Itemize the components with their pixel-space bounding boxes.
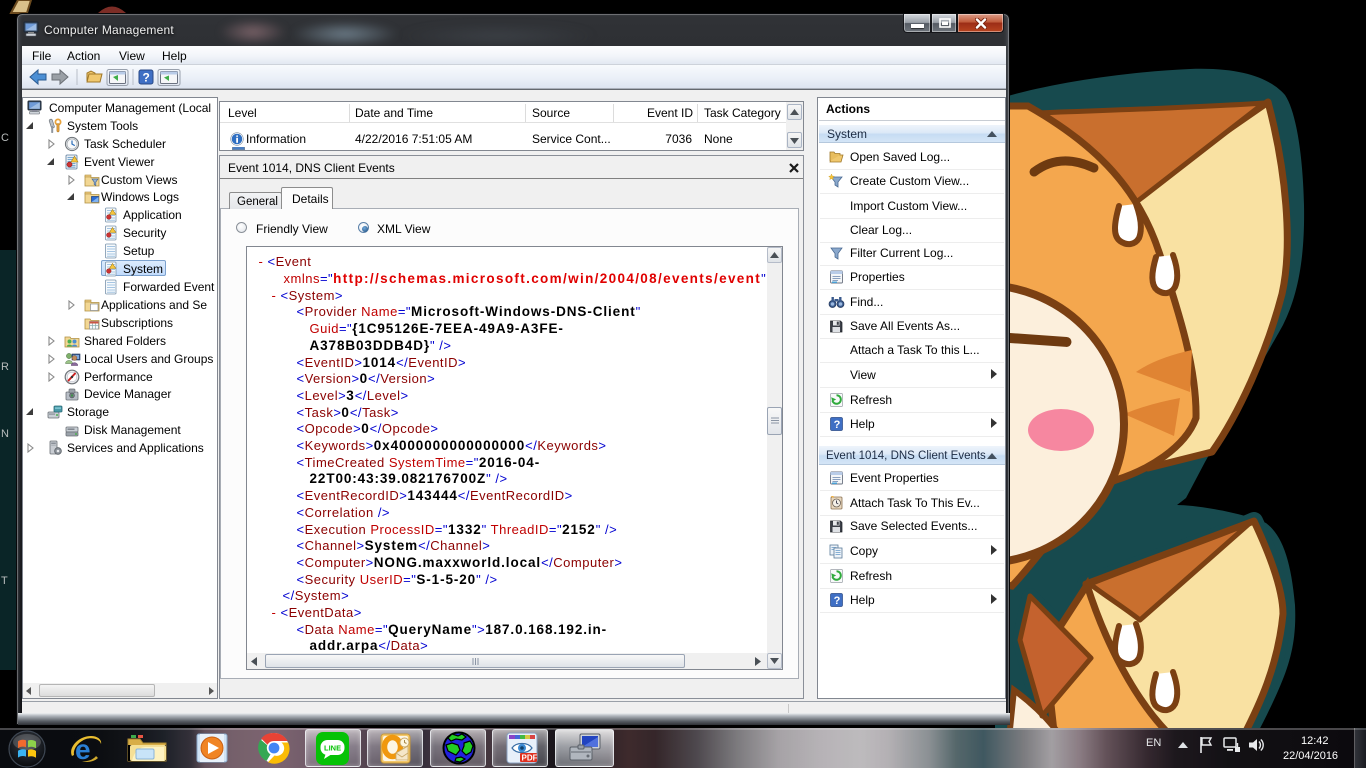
svg-text:N: N bbox=[1, 428, 9, 440]
svg-text:PDF: PDF bbox=[522, 754, 538, 763]
svg-text:?: ? bbox=[834, 595, 841, 607]
svg-text:?: ? bbox=[143, 71, 150, 85]
svg-text:LINE: LINE bbox=[324, 744, 341, 753]
svg-text:R: R bbox=[1, 361, 9, 373]
svg-text:C: C bbox=[1, 132, 9, 144]
svg-text:T: T bbox=[1, 575, 8, 587]
svg-text:?: ? bbox=[834, 419, 841, 431]
